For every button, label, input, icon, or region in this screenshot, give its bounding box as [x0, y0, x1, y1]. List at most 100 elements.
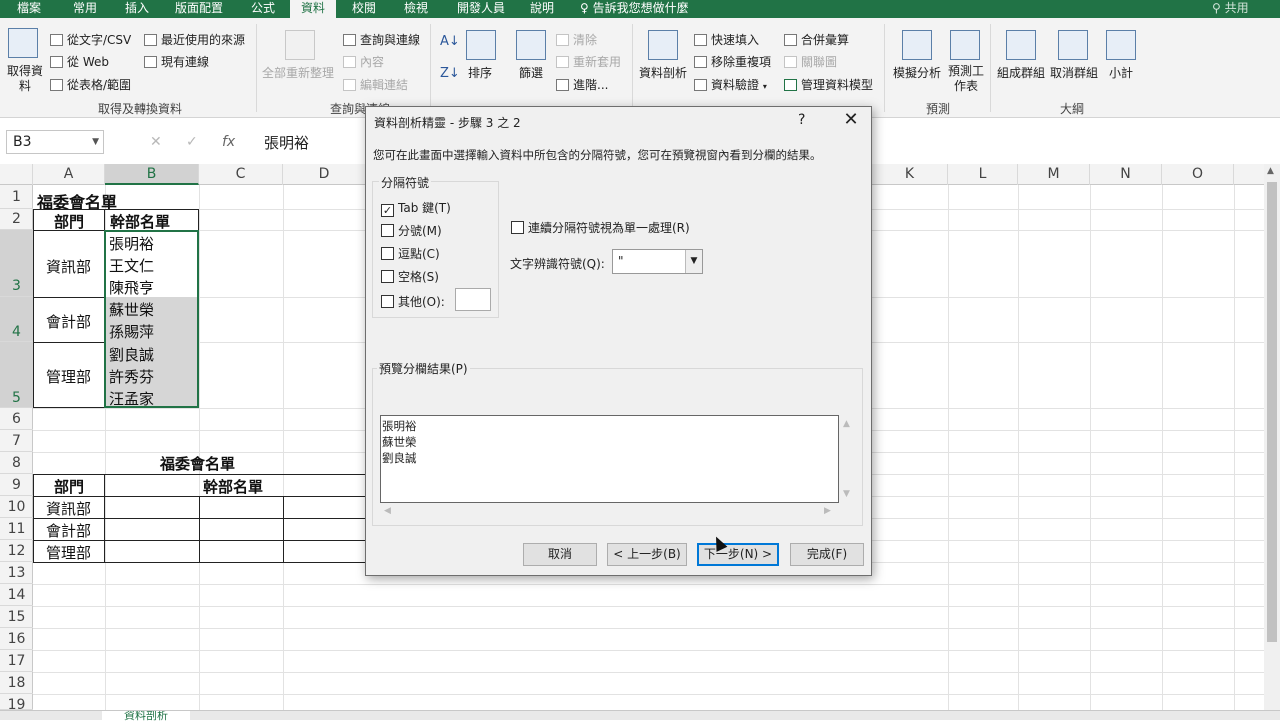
name-cell[interactable]: 孫賜萍: [109, 321, 154, 342]
row-header-19[interactable]: 19: [0, 694, 33, 713]
column-header-o[interactable]: O: [1162, 164, 1234, 185]
scroll-right-icon[interactable]: ▶: [824, 506, 831, 516]
header-names[interactable]: 幹部名單: [110, 211, 170, 232]
column-header-a[interactable]: A: [33, 164, 105, 185]
dept-cell[interactable]: 會計部: [46, 520, 91, 541]
tab-formulas[interactable]: 公式: [238, 0, 288, 18]
fx-icon[interactable]: fx: [222, 134, 235, 150]
row-header-5[interactable]: 5: [0, 342, 33, 408]
column-header-c[interactable]: C: [199, 164, 283, 185]
cancel-button[interactable]: 取消: [523, 543, 597, 566]
name-cell[interactable]: 陳飛亨: [109, 277, 154, 298]
row-header-11[interactable]: 11: [0, 518, 33, 540]
cancel-icon[interactable]: ✕: [150, 134, 162, 150]
name-cell[interactable]: 張明裕: [109, 233, 154, 254]
column-header-k[interactable]: K: [872, 164, 948, 185]
formula-input[interactable]: 張明裕: [264, 132, 309, 153]
data-validation-button[interactable]: 資料驗證 ▾: [694, 76, 767, 93]
from-web-button[interactable]: 從 Web: [50, 53, 109, 70]
header-dept[interactable]: 部門: [54, 211, 84, 232]
refresh-all-button[interactable]: 全部重新整理: [262, 64, 334, 81]
group-button[interactable]: 組成群組: [997, 64, 1045, 81]
header-names[interactable]: 幹部名單: [203, 476, 263, 497]
flash-fill-button[interactable]: 快速填入: [694, 31, 759, 48]
other-delimiter-input[interactable]: [455, 288, 491, 311]
help-button[interactable]: ?: [798, 112, 805, 128]
row-header-8[interactable]: 8: [0, 452, 33, 474]
get-data-button[interactable]: 取得資料: [6, 64, 44, 94]
tab-data[interactable]: 資料: [290, 0, 336, 18]
scroll-up-icon[interactable]: ▲: [843, 419, 850, 429]
row-header-18[interactable]: 18: [0, 672, 33, 694]
chevron-down-icon[interactable]: ▼: [685, 250, 702, 273]
name-box[interactable]: B3 ▼: [6, 130, 104, 154]
row-header-9[interactable]: 9: [0, 474, 33, 496]
tab-home[interactable]: 常用: [60, 0, 110, 18]
row-header-15[interactable]: 15: [0, 606, 33, 628]
dept-cell[interactable]: 管理部: [46, 542, 91, 563]
semicolon-checkbox[interactable]: 分號(M): [381, 222, 442, 239]
from-table-button[interactable]: 從表格/範圍: [50, 76, 131, 93]
what-if-button[interactable]: 模擬分析: [893, 64, 941, 81]
finish-button[interactable]: 完成(F): [790, 543, 864, 566]
ungroup-button[interactable]: 取消群組: [1050, 64, 1098, 81]
sort-az-icon[interactable]: A↓: [440, 34, 460, 49]
close-icon[interactable]: ✕: [840, 109, 862, 130]
other-checkbox[interactable]: 其他(O):: [381, 293, 445, 310]
manage-data-model-button[interactable]: 管理資料模型: [784, 76, 873, 93]
recent-sources-button[interactable]: 最近使用的來源: [144, 31, 245, 48]
remove-duplicates-button[interactable]: 移除重複項: [694, 53, 771, 70]
existing-connections-button[interactable]: 現有連線: [144, 53, 209, 70]
relationships-button[interactable]: 關聯圖: [784, 53, 837, 70]
header-dept[interactable]: 部門: [54, 476, 84, 497]
clear-button[interactable]: 清除: [556, 31, 597, 48]
name-cell[interactable]: 王文仁: [109, 255, 154, 276]
column-header-m[interactable]: M: [1018, 164, 1090, 185]
dept-cell[interactable]: 資訊部: [46, 256, 91, 277]
share-button[interactable]: ⚲ 共用: [1212, 0, 1249, 18]
name-cell[interactable]: 劉良誠: [109, 344, 154, 365]
tab-page-layout[interactable]: 版面配置: [166, 0, 232, 18]
scroll-up-icon[interactable]: ▲: [1267, 166, 1274, 176]
tab-view[interactable]: 檢視: [392, 0, 440, 18]
dept-cell[interactable]: 資訊部: [46, 498, 91, 519]
row-header-14[interactable]: 14: [0, 584, 33, 606]
vertical-scrollbar[interactable]: ▲: [1264, 164, 1280, 710]
tell-me-box[interactable]: ♀ 告訴我您想做什麼: [580, 0, 689, 18]
tab-checkbox[interactable]: ✓ Tab 鍵(T): [381, 199, 451, 217]
text-to-columns-button[interactable]: 資料剖析: [639, 64, 687, 81]
comma-checkbox[interactable]: 逗點(C): [381, 245, 440, 262]
name-cell[interactable]: 許秀芬: [109, 366, 154, 387]
consecutive-checkbox[interactable]: 連續分隔符號視為單一處理(R): [511, 219, 690, 236]
dept-cell[interactable]: 管理部: [46, 366, 91, 387]
edit-links-button[interactable]: 編輯連結: [343, 76, 408, 93]
row-header-13[interactable]: 13: [0, 562, 33, 584]
advanced-button[interactable]: 進階...: [556, 76, 608, 93]
preview-horizontal-scrollbar[interactable]: ◀ ▶: [380, 504, 839, 518]
scroll-left-icon[interactable]: ◀: [384, 506, 391, 516]
reapply-button[interactable]: 重新套用: [556, 53, 621, 70]
name-cell[interactable]: 蘇世榮: [109, 299, 154, 320]
sort-za-icon[interactable]: Z↓: [440, 66, 460, 81]
row-header-4[interactable]: 4: [0, 297, 33, 342]
name-cell[interactable]: 汪孟家: [109, 388, 154, 409]
row-header-16[interactable]: 16: [0, 628, 33, 650]
scroll-thumb[interactable]: [1267, 182, 1277, 642]
column-header-b[interactable]: B: [105, 164, 199, 185]
row-header-6[interactable]: 6: [0, 408, 33, 430]
row-header-2[interactable]: 2: [0, 209, 33, 230]
tab-review[interactable]: 校閱: [340, 0, 388, 18]
row-header-12[interactable]: 12: [0, 540, 33, 562]
filter-button[interactable]: 篩選: [519, 64, 543, 81]
column-header-l[interactable]: L: [948, 164, 1018, 185]
tab-help[interactable]: 說明: [520, 0, 564, 18]
next-button[interactable]: 下一步(N) >: [697, 543, 779, 566]
sort-button[interactable]: 排序: [468, 64, 492, 81]
row-header-3[interactable]: 3: [0, 230, 33, 297]
tab-insert[interactable]: 插入: [112, 0, 162, 18]
tab-file[interactable]: 檔案: [4, 0, 54, 18]
column-header-d[interactable]: D: [283, 164, 366, 185]
tab-developer[interactable]: 開發人員: [448, 0, 514, 18]
consolidate-button[interactable]: 合併彙算: [784, 31, 849, 48]
select-all-corner[interactable]: [0, 164, 33, 185]
